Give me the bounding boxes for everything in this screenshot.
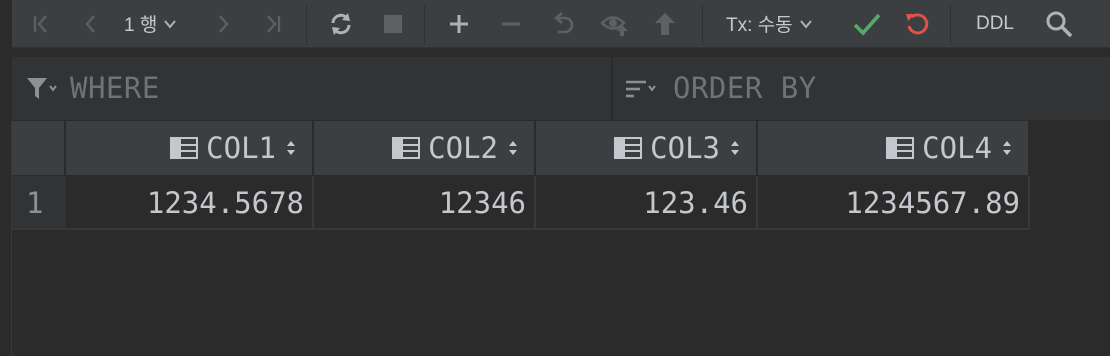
transaction-mode-label: Tx: 수동 — [726, 15, 793, 36]
previous-page-icon[interactable] — [76, 0, 106, 47]
sort-toggle-icon[interactable] — [284, 138, 298, 158]
rollback-icon[interactable] — [902, 0, 932, 47]
sort-toggle-icon[interactable] — [506, 138, 520, 158]
toolbar: 1 행 Tx: 수동 DDL — [12, 0, 1110, 48]
ddl-label: DDL — [975, 12, 1014, 34]
column-header[interactable]: COL1 — [66, 121, 314, 175]
commit-checkmark-icon[interactable] — [852, 0, 882, 47]
search-icon[interactable] — [1044, 0, 1074, 47]
filter-icon[interactable] — [26, 77, 58, 105]
sort-icon[interactable] — [625, 78, 661, 106]
column-icon — [886, 137, 915, 159]
column-header[interactable]: COL2 — [314, 121, 536, 175]
last-page-icon[interactable] — [258, 0, 288, 47]
column-name: COL3 — [650, 131, 720, 165]
row-number[interactable]: 1 — [12, 176, 66, 230]
order-by-input[interactable]: ORDER BY — [673, 57, 817, 120]
toolbar-separator — [950, 5, 951, 45]
table-cell[interactable]: 12346 — [314, 176, 536, 230]
where-input[interactable]: WHERE — [70, 57, 160, 120]
chevron-down-icon — [164, 19, 177, 29]
column-header[interactable]: COL3 — [536, 121, 758, 175]
first-page-icon[interactable] — [26, 0, 56, 47]
column-header[interactable]: COL4 — [758, 121, 1030, 175]
cell-value: 1234.5678 — [146, 186, 304, 220]
next-page-icon[interactable] — [208, 0, 238, 47]
table-cell[interactable]: 1234.5678 — [66, 176, 314, 230]
row-count-dropdown[interactable]: 1 행 — [124, 0, 204, 47]
column-icon — [392, 137, 421, 159]
cell-value: 12346 — [438, 186, 526, 220]
add-row-icon[interactable] — [444, 0, 474, 47]
delete-row-icon[interactable] — [496, 0, 526, 47]
column-icon — [170, 137, 199, 159]
sort-toggle-icon[interactable] — [1000, 138, 1014, 158]
preview-icon[interactable] — [598, 0, 632, 47]
refresh-icon[interactable] — [326, 0, 356, 47]
data-editor: 1 행 Tx: 수동 DDL WHERE ORDER BY COL1 COL2 … — [0, 0, 1110, 356]
row-number-header — [12, 121, 66, 175]
filter-bar: WHERE ORDER BY — [12, 57, 1110, 120]
toolbar-separator — [306, 5, 307, 45]
submit-icon[interactable] — [650, 0, 680, 47]
column-name: COL2 — [428, 131, 498, 165]
row-number-label: 1 — [26, 186, 44, 220]
sort-toggle-icon[interactable] — [728, 138, 742, 158]
column-name: COL1 — [206, 131, 276, 165]
column-icon — [614, 137, 643, 159]
cell-value: 123.46 — [643, 186, 748, 220]
ddl-button[interactable]: DDL — [968, 0, 1022, 47]
transaction-mode-dropdown[interactable]: Tx: 수동 — [726, 0, 826, 47]
table-cell[interactable]: 123.46 — [536, 176, 758, 230]
cell-value: 1234567.89 — [845, 186, 1020, 220]
stop-icon[interactable] — [380, 0, 406, 47]
column-name: COL4 — [922, 131, 992, 165]
table-cell[interactable]: 1234567.89 — [758, 176, 1030, 230]
row-count-label: 1 행 — [124, 15, 158, 36]
chevron-down-icon — [799, 19, 812, 29]
toolbar-separator — [424, 5, 425, 45]
toolbar-separator — [702, 5, 703, 45]
revert-icon[interactable] — [548, 0, 578, 47]
filter-divider — [611, 57, 613, 120]
